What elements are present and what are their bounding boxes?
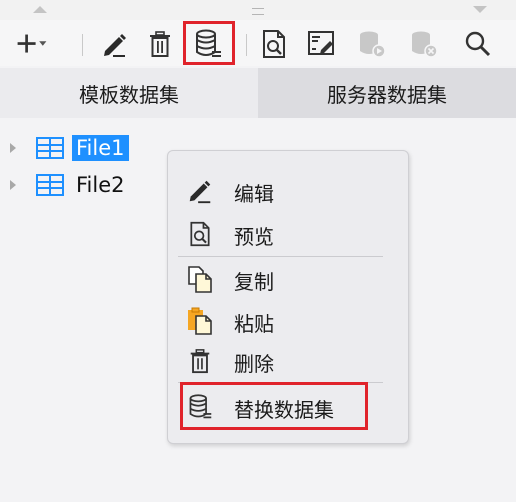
preview-icon (263, 30, 285, 58)
collapse-down-icon[interactable] (473, 6, 487, 13)
preview-dataset-button[interactable] (256, 26, 292, 62)
pencil-icon (104, 34, 126, 57)
tree-node-label: File2 (76, 173, 125, 197)
edit-dataset-button[interactable] (96, 26, 132, 62)
panel-title-strip (0, 0, 516, 20)
paste-icon (188, 307, 212, 335)
plus-dropdown-icon (17, 34, 47, 53)
play-dataset-button[interactable] (354, 26, 390, 62)
menu-item-label: 删除 (234, 352, 274, 376)
dataset-tabs: 模板数据集 服务器数据集 (0, 68, 516, 118)
sql-dataset-button[interactable] (304, 26, 340, 62)
tree-node-file1[interactable]: File1 (10, 133, 129, 163)
search-icon (465, 31, 491, 57)
remove-dataset-button[interactable] (406, 26, 442, 62)
dataset-table-icon (36, 174, 64, 196)
menu-item-edit[interactable]: 编辑 (168, 173, 408, 209)
menu-separator (178, 256, 383, 257)
menu-item-paste[interactable]: 粘贴 (168, 303, 408, 339)
menu-item-label: 粘贴 (234, 312, 274, 336)
menu-highlight-box (180, 382, 368, 430)
toolbar-separator (82, 34, 83, 56)
menu-item-preview[interactable]: 预览 (168, 216, 408, 252)
tab-template-datasets[interactable]: 模板数据集 (0, 68, 258, 118)
tree-node-file2[interactable]: File2 (10, 170, 129, 200)
dataset-table-icon (36, 137, 64, 159)
tree-node-label: File1 (72, 135, 129, 161)
menu-item-label: 编辑 (234, 182, 274, 206)
database-play-icon (360, 31, 386, 58)
toolbar-highlight-box (183, 21, 235, 65)
menu-item-copy[interactable]: 复制 (168, 261, 408, 297)
delete-dataset-button[interactable] (142, 26, 178, 62)
resize-grip-icon[interactable] (252, 8, 264, 15)
menu-item-label: 预览 (234, 225, 274, 249)
search-dataset-button[interactable] (460, 26, 496, 62)
add-dataset-button[interactable] (14, 26, 50, 62)
expand-arrow-icon[interactable] (10, 143, 16, 153)
trash-icon (150, 31, 170, 57)
database-remove-icon (412, 31, 438, 58)
menu-item-label: 复制 (234, 270, 274, 294)
tab-server-datasets[interactable]: 服务器数据集 (258, 68, 516, 118)
menu-item-delete[interactable]: 删除 (168, 343, 408, 379)
dataset-toolbar (0, 20, 516, 66)
pencil-icon (189, 180, 211, 204)
preview-icon (190, 221, 210, 247)
toolbar-separator (246, 34, 247, 56)
database-edit-icon (308, 31, 334, 55)
trash-icon (190, 349, 210, 374)
copy-icon (188, 266, 212, 293)
collapse-up-icon[interactable] (33, 6, 47, 13)
expand-arrow-icon[interactable] (10, 180, 16, 190)
